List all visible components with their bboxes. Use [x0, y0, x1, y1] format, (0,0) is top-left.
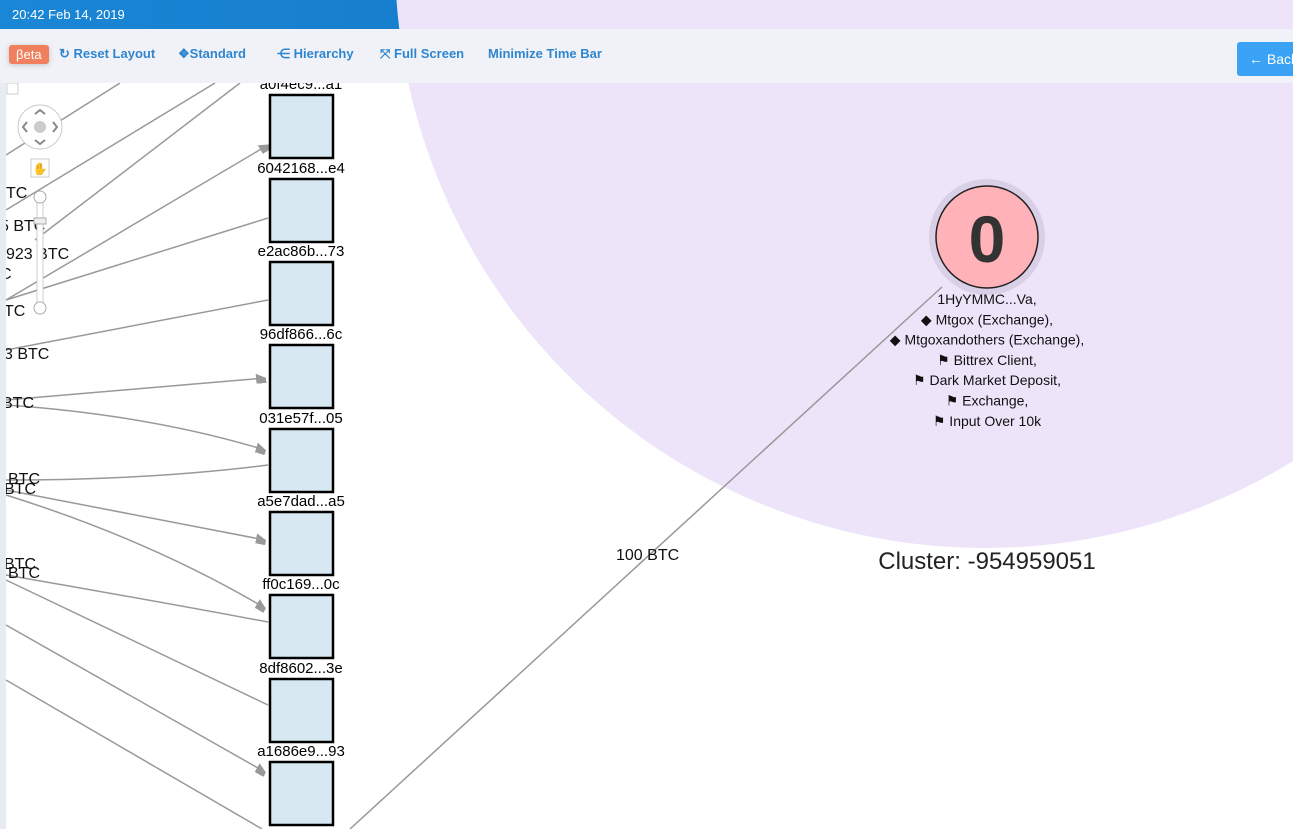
- edge-label: TC: [4, 303, 25, 320]
- svg-text:✋: ✋: [33, 162, 48, 176]
- hierarchy-button[interactable]: ⋲ Hierarchy: [277, 46, 354, 62]
- cluster-node[interactable]: 0: [929, 179, 1045, 295]
- address-node[interactable]: [268, 510, 335, 577]
- back-button[interactable]: ← Back: [1237, 42, 1293, 76]
- address-node[interactable]: [268, 177, 335, 244]
- edge-label: BTC: [8, 565, 40, 582]
- address-node[interactable]: [268, 260, 335, 327]
- node-label: 6042168...e4: [257, 160, 345, 177]
- cluster-tag: 1HyYMMC...Va,: [937, 291, 1036, 307]
- zoom-slider[interactable]: [36, 197, 44, 307]
- hierarchy-icon: ⋲: [277, 46, 290, 61]
- node-label: 031e57f...05: [259, 410, 342, 427]
- cluster-tag: ⚑ Exchange,: [946, 393, 1029, 409]
- beta-badge: βeta: [9, 45, 49, 64]
- reset-layout-button[interactable]: ↻ Reset Layout: [59, 46, 155, 62]
- minimize-time-bar-button[interactable]: Minimize Time Bar: [488, 46, 602, 61]
- address-node[interactable]: [268, 93, 335, 160]
- zoom-out-icon[interactable]: [33, 301, 47, 315]
- standard-button[interactable]: ❖Standard: [178, 46, 246, 62]
- edge-label: TC: [6, 185, 27, 202]
- node-label: ff0c169...0c: [262, 576, 340, 593]
- address-node[interactable]: [268, 427, 335, 494]
- cluster-count: 0: [969, 202, 1006, 276]
- address-node[interactable]: [268, 343, 335, 410]
- graph-canvas[interactable]: TC 5 BTC 923 BTC C TC 3 BTC BTC BTC BTC …: [0, 0, 1293, 829]
- cluster-tag: ⚑ Input Over 10k: [933, 413, 1042, 429]
- cluster-name: Cluster: -954959051: [878, 548, 1095, 575]
- edge-label: BTC: [2, 395, 34, 412]
- node-label: 8df8602...3e: [259, 660, 342, 677]
- cubes-icon: ❖: [178, 46, 190, 61]
- address-nodes: a0f4ec9...a16042168...e4e2ac86b...7396df…: [257, 76, 345, 827]
- toolbar: ↻ Reset Layout ❖Standard ⋲ Hierarchy ⤧ F…: [0, 29, 1293, 83]
- refresh-icon: ↻: [59, 46, 70, 61]
- left-edge: [0, 83, 6, 829]
- full-screen-button[interactable]: ⤧ Full Screen: [380, 46, 464, 62]
- cluster-edge-label: 100 BTC: [616, 547, 679, 564]
- arrow-left-icon: ←: [1249, 51, 1263, 67]
- edge-label: 3 BTC: [4, 346, 49, 363]
- address-node[interactable]: [268, 593, 335, 660]
- cluster-tag: ◆ Mtgoxandothers (Exchange),: [890, 332, 1084, 348]
- zoom-in-icon[interactable]: [33, 190, 47, 204]
- address-node[interactable]: [268, 760, 335, 827]
- expand-icon: ⤧: [380, 46, 391, 61]
- cluster-tag: ⚑ Bittrex Client,: [937, 352, 1037, 368]
- node-label: a5e7dad...a5: [257, 493, 345, 510]
- cluster-tag: ⚑ Dark Market Deposit,: [913, 372, 1061, 388]
- node-label: 96df866...6c: [260, 326, 343, 343]
- address-node[interactable]: [268, 677, 335, 744]
- edge-label: BTC: [4, 481, 36, 498]
- zoom-handle[interactable]: [33, 217, 47, 225]
- node-label: e2ac86b...73: [258, 243, 345, 260]
- cluster-tag: ◆ Mtgox (Exchange),: [921, 311, 1053, 327]
- collapse-icon[interactable]: [6, 82, 19, 95]
- node-label: a1686e9...93: [257, 743, 345, 760]
